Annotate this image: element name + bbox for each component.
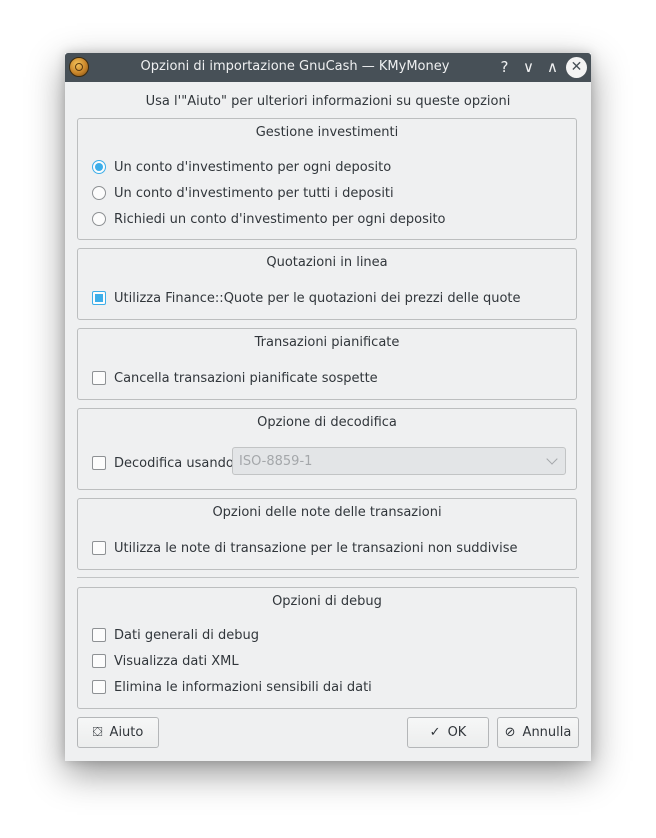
minimize-icon[interactable]: ∨ <box>518 57 539 78</box>
group-title: Opzione di decodifica <box>257 415 397 430</box>
checkbox-label: Dati generali di debug <box>114 627 259 643</box>
radio-label: Richiedi un conto d'investimento per ogn… <box>114 211 446 227</box>
radio-button[interactable] <box>92 212 106 226</box>
group-title: Opzioni delle note delle transazioni <box>212 505 442 520</box>
window-title: Opzioni di importazione GnuCash — KMyMon… <box>140 59 450 74</box>
group-decoding: Opzione di decodifica Decodifica usando … <box>77 408 577 490</box>
checkbox[interactable] <box>92 291 106 305</box>
checkbox-label: Decodifica usando <box>114 455 234 471</box>
group-debug: Opzioni di debug Dati generali di debug … <box>77 587 577 709</box>
cancel-icon: ⊘ <box>504 725 516 740</box>
checkbox-label: Cancella transazioni pianificate sospett… <box>114 370 378 386</box>
help-button[interactable]: ⛋ Aiuto <box>77 717 159 748</box>
group-title: Transazioni pianificate <box>254 335 400 350</box>
close-icon[interactable]: ✕ <box>566 57 587 78</box>
radio-button[interactable] <box>92 186 106 200</box>
checkbox-cancel-suspect-schedules[interactable]: Cancella transazioni pianificate sospett… <box>92 369 378 387</box>
checkbox-show-xml[interactable]: Visualizza dati XML <box>92 652 239 670</box>
checkbox-label: Utilizza le note di transazione per le t… <box>114 540 518 556</box>
group-transaction-notes: Opzioni delle note delle transazioni Uti… <box>77 498 577 570</box>
checkbox-label: Utilizza Finance::Quote per le quotazion… <box>114 290 521 306</box>
group-online-quotes: Quotazioni in linea Utilizza Finance::Qu… <box>77 248 577 320</box>
checkbox[interactable] <box>92 541 106 555</box>
group-title: Quotazioni in linea <box>266 255 388 270</box>
radio-label: Un conto d'investimento per ogni deposit… <box>114 159 392 175</box>
checkbox-anonymize-data[interactable]: Elimina le informazioni sensibili dai da… <box>92 678 372 696</box>
checkbox-decode-using[interactable]: Decodifica usando <box>92 454 234 472</box>
import-options-dialog: Opzioni di importazione GnuCash — KMyMon… <box>65 53 591 761</box>
radio-option-all-deposits[interactable]: Un conto d'investimento per tutti i depo… <box>92 184 394 202</box>
checkbox[interactable] <box>92 654 106 668</box>
checkbox-general-debug[interactable]: Dati generali di debug <box>92 626 259 644</box>
group-title: Opzioni di debug <box>272 594 382 609</box>
group-investments: Gestione investimenti Un conto d'investi… <box>77 118 577 240</box>
radio-button[interactable] <box>92 160 106 174</box>
checkbox[interactable] <box>92 456 106 470</box>
radio-label: Un conto d'investimento per tutti i depo… <box>114 185 394 201</box>
checkbox-finance-quote[interactable]: Utilizza Finance::Quote per le quotazion… <box>92 289 521 307</box>
titlebar[interactable]: Opzioni di importazione GnuCash — KMyMon… <box>65 53 591 82</box>
maximize-icon[interactable]: ∧ <box>542 57 563 78</box>
encoding-select-value: ISO-8859-1 <box>239 454 313 469</box>
checkmark-icon: ✓ <box>429 725 441 740</box>
cancel-button[interactable]: ⊘ Annulla <box>497 717 579 748</box>
ok-button[interactable]: ✓ OK <box>407 717 489 748</box>
checkbox-label: Visualizza dati XML <box>114 653 239 669</box>
checkbox[interactable] <box>92 680 106 694</box>
radio-option-per-deposit[interactable]: Un conto d'investimento per ogni deposit… <box>92 158 391 176</box>
separator <box>77 577 579 578</box>
group-title: Gestione investimenti <box>255 125 399 140</box>
cancel-button-label: Annulla <box>522 725 572 740</box>
encoding-select[interactable]: ISO-8859-1 <box>232 447 566 475</box>
checkbox-use-transaction-notes[interactable]: Utilizza le note di transazione per le t… <box>92 539 518 557</box>
ok-button-label: OK <box>447 725 467 740</box>
checkbox-label: Elimina le informazioni sensibili dai da… <box>114 679 372 695</box>
help-button-label: Aiuto <box>109 725 144 740</box>
group-scheduled-transactions: Transazioni pianificate Cancella transaz… <box>77 328 577 400</box>
checkbox[interactable] <box>92 371 106 385</box>
chevron-down-icon <box>546 453 558 465</box>
radio-option-ask-each[interactable]: Richiedi un conto d'investimento per ogn… <box>92 210 446 228</box>
help-hint: Usa l'"Aiuto" per ulteriori informazioni… <box>145 94 511 109</box>
help-question-icon[interactable]: ? <box>494 57 515 78</box>
lifebuoy-icon: ⛋ <box>92 725 103 740</box>
checkbox[interactable] <box>92 628 106 642</box>
